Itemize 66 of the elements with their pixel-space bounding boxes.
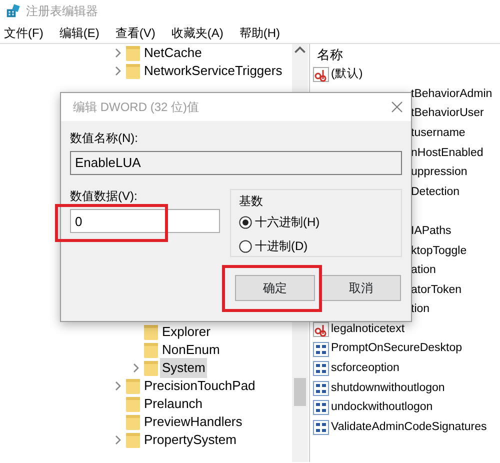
binary-value-icon xyxy=(313,400,329,416)
registry-icon xyxy=(6,3,20,19)
radio-label[interactable]: 十六进制(H) xyxy=(255,213,320,231)
value-data-field[interactable]: 0 xyxy=(70,209,220,233)
folder-icon xyxy=(144,360,158,376)
menu-item[interactable]: 帮助(H) xyxy=(239,24,280,42)
binary-value-icon xyxy=(313,420,329,435)
folder-icon xyxy=(126,396,140,412)
folder-icon xyxy=(144,324,158,340)
tree-item[interactable]: Explorer xyxy=(160,322,212,342)
scroll-thumb[interactable] xyxy=(294,378,306,406)
binary-value-icon xyxy=(313,380,329,396)
value-name[interactable]: IAPaths xyxy=(411,222,452,240)
close-icon xyxy=(391,101,403,113)
value-name[interactable]: uppression xyxy=(411,164,468,182)
binary-value-icon xyxy=(313,361,329,376)
radio-button[interactable] xyxy=(239,216,252,228)
menu-item[interactable]: 收藏夹(A) xyxy=(171,24,224,42)
dialog-title: 编辑 DWORD (32 位)值 xyxy=(73,99,199,116)
tree-item[interactable]: NetCache xyxy=(142,44,204,63)
value-name[interactable]: tion xyxy=(411,301,430,319)
value-name[interactable]: legalnoticetext xyxy=(331,320,405,338)
folder-icon xyxy=(126,414,140,430)
group-label: 基数 xyxy=(239,193,264,210)
string-value-icon xyxy=(313,322,329,338)
menu-item[interactable]: 编辑(E) xyxy=(59,24,100,42)
ok-button[interactable]: 确定 xyxy=(235,275,315,301)
radio-label[interactable]: 十进制(D) xyxy=(255,237,308,255)
value-name[interactable]: PromptOnSecureDesktop xyxy=(331,340,462,358)
binary-value-icon xyxy=(313,342,329,357)
value-name[interactable]: Detection xyxy=(411,184,460,201)
value-name-field[interactable]: EnableLUA xyxy=(70,151,402,175)
value-name[interactable]: tBehaviorAdmin xyxy=(411,86,492,104)
folder-icon xyxy=(126,378,140,394)
field-label: 数值数据(V): xyxy=(70,189,138,203)
value-name[interactable]: scforceoption xyxy=(331,360,400,378)
value-name[interactable]: nHostEnabled xyxy=(411,144,484,162)
tree-item[interactable]: NetworkServiceTriggers xyxy=(142,61,284,81)
tree-item[interactable]: System xyxy=(160,358,208,378)
tree-item[interactable]: PreviewHandlers xyxy=(142,412,244,432)
field-label: 数值名称(N): xyxy=(70,131,139,145)
value-name[interactable]: (默认) xyxy=(331,66,363,84)
radio-button[interactable] xyxy=(239,240,252,252)
value-name[interactable]: shutdownwithoutlogon xyxy=(331,380,445,397)
tree-item[interactable]: Prelaunch xyxy=(142,394,205,414)
value-name[interactable]: ation xyxy=(411,262,436,280)
scroll-up-icon xyxy=(294,44,306,56)
folder-icon xyxy=(126,432,140,448)
folder-icon xyxy=(144,342,158,358)
value-name[interactable]: ValidateAdminCodeSignatures xyxy=(331,418,487,436)
tree-item[interactable]: NonEnum xyxy=(160,340,222,360)
value-name[interactable]: undockwithoutlogon xyxy=(331,399,433,417)
tree-item[interactable]: PrecisionTouchPad xyxy=(142,376,258,396)
value-name[interactable]: ktopToggle xyxy=(411,242,467,260)
folder-icon xyxy=(126,45,140,61)
column-header[interactable]: 名称 xyxy=(317,44,343,64)
value-name[interactable]: tBehaviorUser xyxy=(411,105,484,123)
value-name[interactable]: atorToken xyxy=(411,282,462,299)
tree-item[interactable]: PropertySystem xyxy=(142,430,238,450)
cancel-button[interactable]: 取消 xyxy=(321,275,401,301)
menu-item[interactable]: 文件(F) xyxy=(4,24,44,42)
menu-item[interactable]: 查看(V) xyxy=(115,24,156,42)
window-title: 注册表编辑器 xyxy=(26,3,98,20)
folder-icon xyxy=(126,63,140,79)
value-name[interactable]: tusername xyxy=(411,124,466,142)
string-value-icon xyxy=(313,67,329,82)
